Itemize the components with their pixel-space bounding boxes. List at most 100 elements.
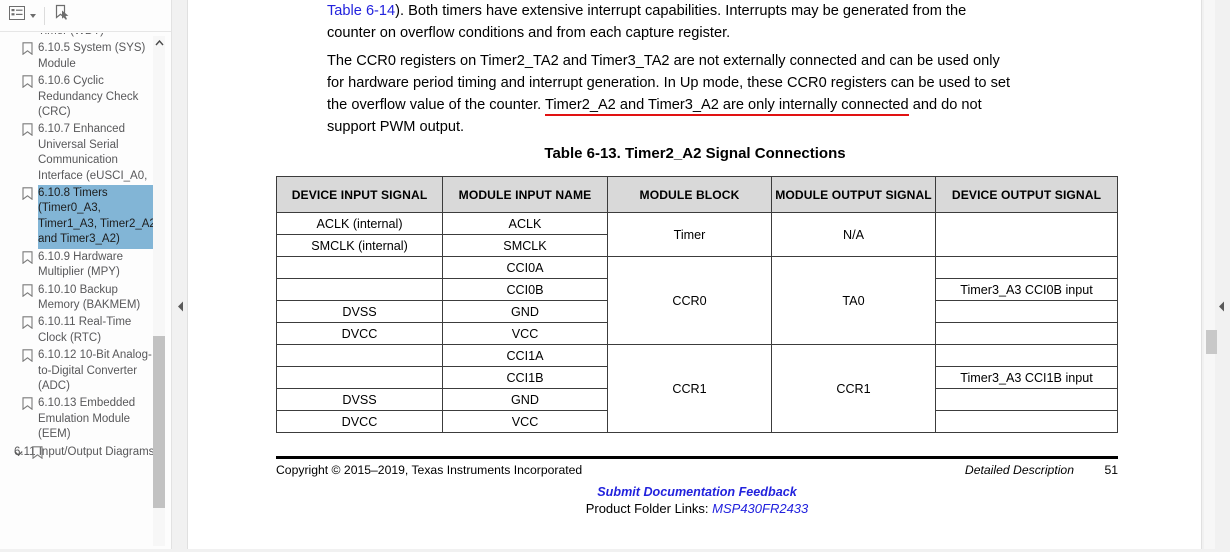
- panel-splitter[interactable]: [172, 0, 188, 552]
- red-underline-annotation: Timer2_A2 and Timer3_A2 are only interna…: [544, 97, 909, 116]
- paragraph-line: for hardware period timing and interrupt…: [327, 72, 1119, 94]
- bookmark-item[interactable]: 6.11 Input/Output Diagrams: [0, 444, 158, 461]
- pdf-viewer-window: Timer (WDT) 6.10.5 System (SYS) Module 6.1…: [0, 0, 1230, 552]
- table-column-header: MODULE OUTPUT SIGNAL: [771, 176, 936, 213]
- paragraph-1: Table 6-14). Both timers have extensive …: [327, 0, 1119, 44]
- bookmark-icon: [22, 283, 33, 297]
- table-cell: Timer3_A3 CCI1B input: [935, 366, 1118, 389]
- table-cell: Timer3_A3 CCI0B input: [935, 278, 1118, 301]
- table-column-header: DEVICE INPUT SIGNAL: [276, 176, 443, 213]
- submit-feedback-link[interactable]: Submit Documentation Feedback: [597, 485, 796, 499]
- bookmark-item[interactable]: 6.10.11 Real-Time Clock (RTC): [0, 314, 158, 347]
- bookmark-icon: [22, 42, 33, 56]
- table-cell: Timer: [607, 212, 772, 257]
- bookmark-item[interactable]: 6.10.12 10-Bit Analog-to-Digital Convert…: [0, 347, 158, 395]
- footer-top-row: Copyright © 2015–2019, Texas Instruments…: [276, 463, 1118, 481]
- page-number: 51: [1104, 463, 1118, 477]
- bookmark-item[interactable]: 6.10.7 Enhanced Universal Serial Communi…: [0, 121, 158, 185]
- footer-section-name: Detailed Description: [964, 463, 1074, 477]
- cross-reference-link[interactable]: Table 6-14: [327, 3, 395, 19]
- product-part-link[interactable]: MSP430FR2433: [712, 501, 808, 516]
- text-run: for hardware period timing and interrupt…: [327, 75, 1011, 91]
- list-view-button[interactable]: [9, 5, 36, 27]
- bookmark-item[interactable]: 6.10.5 System (SYS) Module: [0, 40, 158, 73]
- table-cell: VCC: [442, 410, 608, 433]
- table-cell: CCI1B: [442, 366, 608, 389]
- bookmark-icon: [22, 397, 33, 411]
- footer-divider: [276, 456, 1118, 459]
- text-run: ). Both timers have extensive interrupt …: [395, 3, 967, 19]
- table-cell: CCI0A: [442, 256, 608, 279]
- scroll-thumb[interactable]: [153, 336, 165, 508]
- collapse-right-arrow-icon[interactable]: [1216, 298, 1226, 314]
- table-cell: [935, 388, 1118, 411]
- signal-connections-table: DEVICE INPUT SIGNAL MODULE INPUT NAME MODU…: [276, 176, 1118, 433]
- bookmark-item[interactable]: Timer (WDT): [0, 33, 158, 40]
- pdf-page: Table 6-14). Both timers have extensive …: [189, 0, 1201, 552]
- bookmark-icon: [22, 123, 33, 137]
- text-run: and do not: [908, 97, 982, 113]
- bookmark-item[interactable]: 6.10.9 Hardware Multiplier (MPY): [0, 249, 158, 282]
- table-cell: ACLK: [442, 212, 608, 235]
- table-cell: GND: [442, 300, 608, 323]
- bookmark-item-label: 6.10.10 Backup Memory (BAKMEM): [38, 283, 141, 311]
- table-cell: CCR1: [771, 344, 936, 433]
- chevron-down-icon[interactable]: [30, 13, 36, 18]
- page-footer: Copyright © 2015–2019, Texas Instruments…: [276, 463, 1118, 516]
- product-folder-label: Product Folder Links:: [585, 501, 713, 516]
- bookmark-item[interactable]: 6.10.13 Embedded Emulation Module (EEM): [0, 395, 158, 443]
- table-row: CCI1A CCR1 CCR1: [276, 344, 1118, 433]
- list-view-icon: [9, 6, 25, 25]
- copyright-text: Copyright © 2015–2019, Texas Instruments…: [276, 463, 583, 477]
- bookmark-icon: [22, 349, 33, 363]
- bookmark-icon: [22, 250, 33, 264]
- chevron-down-icon[interactable]: [14, 448, 23, 457]
- table-cell: [276, 256, 443, 279]
- bookmark-item-label: 6.10.13 Embedded Emulation Module (EEM): [38, 397, 136, 441]
- bookmark-icon: [22, 75, 33, 89]
- collapse-left-arrow-icon[interactable]: [175, 298, 185, 314]
- table-column-header: MODULE INPUT NAME: [442, 176, 608, 213]
- table-cell: CCR1: [607, 344, 772, 433]
- bookmark-item-label: 6.10.12 10-Bit Analog-to-Digital Convert…: [38, 349, 152, 392]
- table-cell: [935, 256, 1118, 279]
- table-cell: DVCC: [276, 322, 443, 345]
- bookmark-icon: [22, 187, 33, 201]
- document-view[interactable]: Table 6-14). Both timers have extensive …: [189, 0, 1201, 552]
- text-run: support PWM output.: [327, 119, 465, 135]
- table-cell: N/A: [771, 212, 936, 257]
- table-cell: DVCC: [276, 410, 443, 433]
- table-cell: [276, 366, 443, 389]
- bookmark-item-label: 6.10.9 Hardware Multiplier (MPY): [38, 250, 124, 279]
- bookmark-item-label: 6.10.7 Enhanced Universal Serial Communi…: [38, 123, 148, 182]
- bookmark-panel: Timer (WDT) 6.10.5 System (SYS) Module 6.1…: [0, 0, 172, 552]
- table-cell: SMCLK (internal): [276, 234, 443, 257]
- table-cell: CCI1A: [442, 344, 608, 367]
- table-header-row: DEVICE INPUT SIGNAL MODULE INPUT NAME MODU…: [276, 176, 1118, 213]
- scroll-up-arrow-icon[interactable]: [153, 36, 165, 50]
- bookmark-select-button[interactable]: [53, 4, 71, 27]
- table-cell: TA0: [771, 256, 936, 345]
- table-cell: GND: [442, 388, 608, 411]
- table-cell: [935, 212, 1118, 257]
- paragraph-line: the overflow value of the counter. Timer…: [327, 94, 1119, 116]
- table-cell: [276, 278, 443, 301]
- bookmark-item[interactable]: 6.10.10 Backup Memory (BAKMEM): [0, 282, 158, 315]
- bookmark-scrollbar[interactable]: [153, 36, 165, 546]
- table-cell: [935, 410, 1118, 433]
- bookmark-pointer-icon: [53, 4, 71, 27]
- paragraph-2: The CCR0 registers on Timer2_TA2 and Tim…: [327, 50, 1119, 138]
- text-run: The CCR0 registers on Timer2_TA2 and Tim…: [327, 53, 1000, 69]
- table-body: ACLK (internal) ACLK Timer N/A SMCLK (intern…: [276, 212, 1118, 433]
- table-cell: [935, 322, 1118, 345]
- table-cell: SMCLK: [442, 234, 608, 257]
- document-scroll-thumb[interactable]: [1206, 330, 1217, 354]
- bookmark-item[interactable]: 6.10.8 Timers (Timer0_A3, Timer1_A3, Tim…: [0, 185, 158, 249]
- paragraph-line: counter on overflow conditions and from …: [327, 22, 1119, 44]
- footer-center-row: Submit Documentation Feedback: [276, 485, 1118, 499]
- bookmark-item[interactable]: 6.10.6 Cyclic Redundancy Check (CRC): [0, 73, 158, 121]
- product-folder-links: Product Folder Links: MSP430FR2433: [276, 501, 1118, 516]
- table-cell: CCI0B: [442, 278, 608, 301]
- table-cell: VCC: [442, 322, 608, 345]
- document-scrollbar[interactable]: [1204, 0, 1217, 552]
